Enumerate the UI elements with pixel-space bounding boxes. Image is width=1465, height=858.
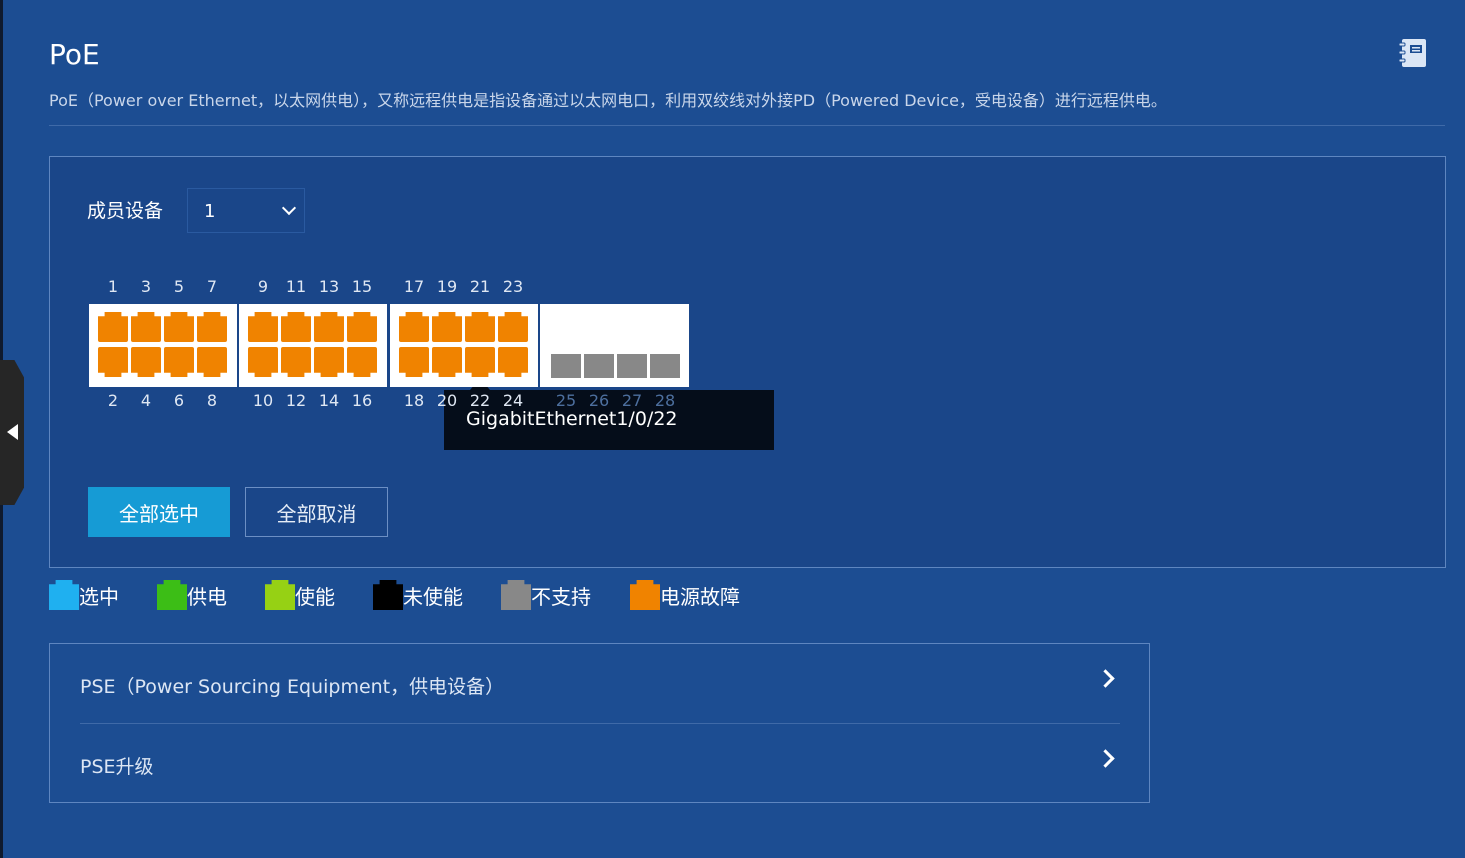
legend-label: 不支持 <box>531 584 591 609</box>
port-25[interactable] <box>551 354 581 378</box>
port-17[interactable] <box>399 312 429 342</box>
accordion-item-pse[interactable]: PSE（Power Sourcing Equipment，供电设备） <box>80 644 1120 722</box>
port-number-label: 18 <box>403 391 425 410</box>
port-number-label: 13 <box>318 277 340 296</box>
port-number-label: 25 <box>555 391 577 410</box>
legend-item: 使能 <box>265 580 335 610</box>
port-23[interactable] <box>498 312 528 342</box>
arrow-left-icon <box>7 424 18 440</box>
page-title: PoE <box>49 38 100 71</box>
chevron-down-icon <box>281 200 297 216</box>
port-number-label: 9 <box>257 277 269 296</box>
port-8[interactable] <box>197 347 227 377</box>
select-all-button[interactable]: 全部选中 <box>88 487 230 537</box>
legend-label: 供电 <box>187 584 227 609</box>
port-number-label: 27 <box>621 391 643 410</box>
port-number-label: 11 <box>285 277 307 296</box>
notebook-icon[interactable] <box>1397 37 1429 69</box>
port-number-label: 4 <box>140 391 152 410</box>
port-9[interactable] <box>248 312 278 342</box>
page-description: PoE（Power over Ethernet，以太网供电），又称远程供电是指设… <box>49 91 1167 110</box>
sidebar-collapse-toggle[interactable] <box>0 360 24 505</box>
port-number-label: 21 <box>469 277 491 296</box>
legend-item: 选中 <box>49 580 119 610</box>
port-number-label: 7 <box>206 277 218 296</box>
legend-label: 使能 <box>295 584 335 609</box>
port-13[interactable] <box>314 312 344 342</box>
port-15[interactable] <box>347 312 377 342</box>
legend-label: 未使能 <box>403 584 463 609</box>
port-19[interactable] <box>432 312 462 342</box>
legend-item: 不支持 <box>501 580 591 610</box>
port-2[interactable] <box>98 347 128 377</box>
header-divider <box>49 125 1445 126</box>
port-number-label: 5 <box>173 277 185 296</box>
port-status-icon <box>630 580 660 610</box>
port-14[interactable] <box>314 347 344 377</box>
port-12[interactable] <box>281 347 311 377</box>
port-1[interactable] <box>98 312 128 342</box>
port-status-icon <box>157 580 187 610</box>
port-24[interactable] <box>498 347 528 377</box>
chevron-right-icon <box>1096 669 1115 688</box>
accordion-item-pse-label: PSE（Power Sourcing Equipment，供电设备） <box>80 676 505 698</box>
port-number-label: 8 <box>206 391 218 410</box>
port-status-icon <box>373 580 403 610</box>
legend-label: 电源故障 <box>660 584 740 609</box>
legend-item: 电源故障 <box>630 580 740 610</box>
legend-item: 未使能 <box>373 580 463 610</box>
port-number-label: 14 <box>318 391 340 410</box>
accordion-item-pse-upgrade-label: PSE升级 <box>80 756 154 778</box>
port-7[interactable] <box>197 312 227 342</box>
poe-page: PoE PoE（Power over Ethernet，以太网供电），又称远程供… <box>0 0 1465 858</box>
port-number-label: 2 <box>107 391 119 410</box>
port-3[interactable] <box>131 312 161 342</box>
port-21[interactable] <box>465 312 495 342</box>
port-6[interactable] <box>164 347 194 377</box>
port-28[interactable] <box>650 354 680 378</box>
port-number-label: 20 <box>436 391 458 410</box>
port-5[interactable] <box>164 312 194 342</box>
member-device-value: 1 <box>204 201 216 222</box>
port-26[interactable] <box>584 354 614 378</box>
legend-item: 供电 <box>157 580 227 610</box>
member-device-label: 成员设备 <box>87 200 164 222</box>
accordion-item-pse-upgrade[interactable]: PSE升级 <box>80 724 1120 802</box>
port-number-label: 23 <box>502 277 524 296</box>
port-number-label: 17 <box>403 277 425 296</box>
port-22[interactable] <box>465 347 495 377</box>
port-18[interactable] <box>399 347 429 377</box>
port-number-label: 6 <box>173 391 185 410</box>
chevron-right-icon <box>1096 749 1115 768</box>
port-16[interactable] <box>347 347 377 377</box>
port-27[interactable] <box>617 354 647 378</box>
port-number-label: 24 <box>502 391 524 410</box>
port-number-label: 19 <box>436 277 458 296</box>
port-status-icon <box>501 580 531 610</box>
port-number-label: 1 <box>107 277 119 296</box>
port-number-label: 15 <box>351 277 373 296</box>
port-number-label: 26 <box>588 391 610 410</box>
port-number-label: 10 <box>252 391 274 410</box>
pse-accordion: PSE（Power Sourcing Equipment，供电设备） PSE升级 <box>49 643 1150 803</box>
port-4[interactable] <box>131 347 161 377</box>
port-10[interactable] <box>248 347 278 377</box>
port-number-label: 28 <box>654 391 676 410</box>
port-status-icon <box>49 580 79 610</box>
port-number-label: 16 <box>351 391 373 410</box>
member-device-select[interactable]: 1 <box>187 188 305 233</box>
port-20[interactable] <box>432 347 462 377</box>
port-number-label: 3 <box>140 277 152 296</box>
deselect-all-button[interactable]: 全部取消 <box>245 487 388 537</box>
port-number-label: 22 <box>469 391 491 410</box>
port-number-label: 12 <box>285 391 307 410</box>
port-11[interactable] <box>281 312 311 342</box>
legend-label: 选中 <box>79 584 119 609</box>
port-status-icon <box>265 580 295 610</box>
